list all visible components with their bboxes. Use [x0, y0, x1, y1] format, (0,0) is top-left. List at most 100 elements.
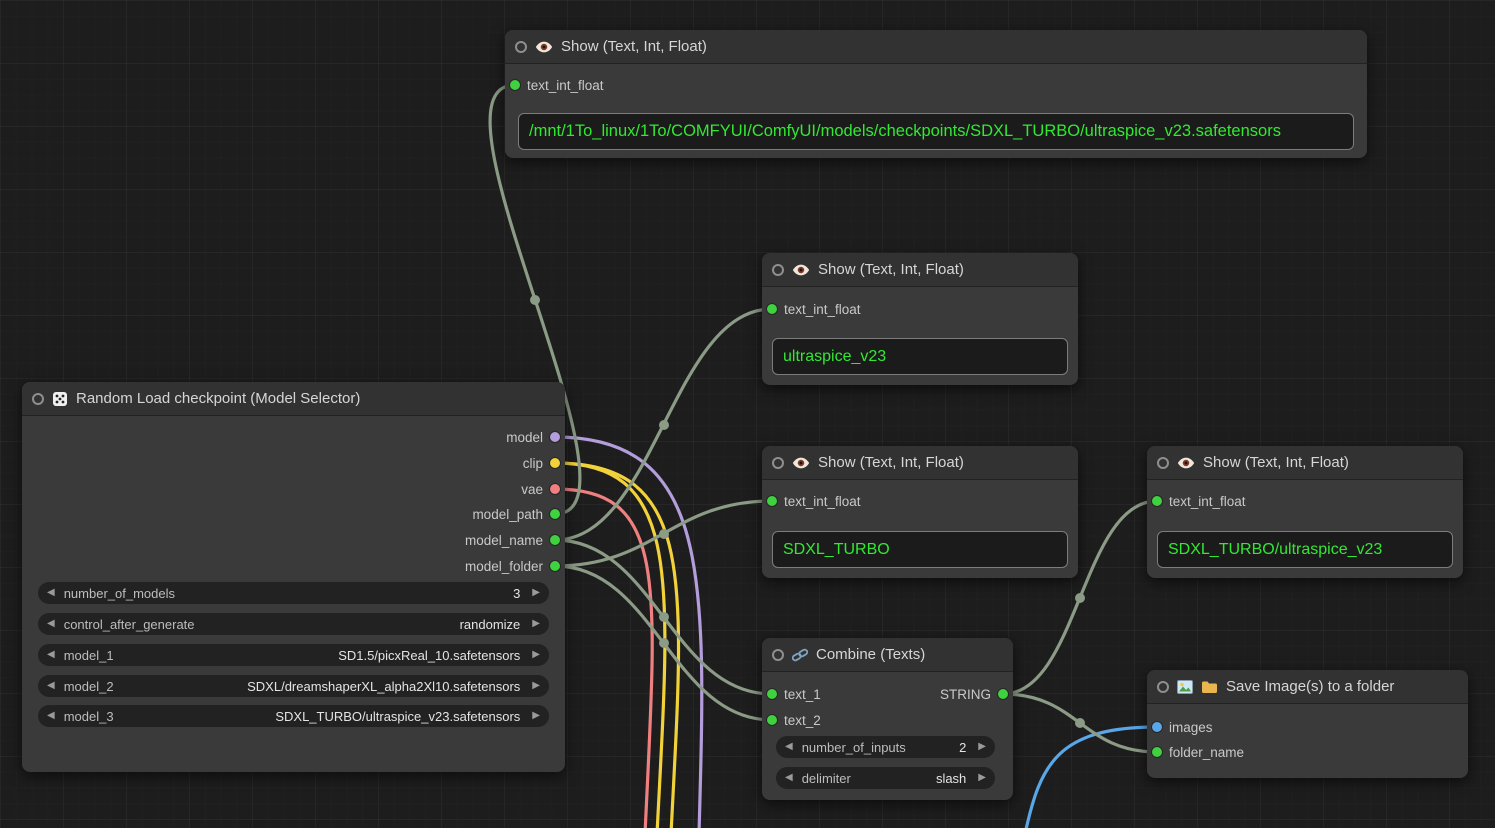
collapse-dot[interactable]	[32, 393, 44, 405]
input-port-text-2[interactable]: text_2	[767, 712, 821, 728]
widget-number-of-models[interactable]: ◀ number_of_models 3 ▶	[38, 582, 549, 604]
wire-midpoint-dot	[1075, 593, 1085, 603]
value-display[interactable]: /mnt/1To_linux/1To/COMFYUI/ComfyUI/model…	[518, 113, 1354, 150]
next-arrow-icon[interactable]: ▶	[532, 681, 540, 691]
prev-arrow-icon[interactable]: ◀	[785, 773, 793, 783]
wire-midpoint-dot	[1075, 718, 1085, 728]
widget-control-after-generate[interactable]: ◀ control_after_generate randomize ▶	[38, 613, 549, 635]
widget-model-3[interactable]: ◀ model_3 SDXL_TURBO/ultraspice_v23.safe…	[38, 705, 549, 727]
port-label: folder_name	[1169, 745, 1244, 760]
chain-link-icon	[792, 647, 808, 663]
port-dot[interactable]	[1152, 747, 1162, 757]
port-dot[interactable]	[1152, 722, 1162, 732]
node-show-combined[interactable]: Show (Text, Int, Float) text_int_float S…	[1147, 446, 1463, 578]
prev-arrow-icon[interactable]: ◀	[47, 619, 55, 629]
output-port-model-path[interactable]: model_path	[472, 506, 560, 522]
node-random-load-checkpoint[interactable]: Random Load checkpoint (Model Selector) …	[22, 382, 565, 772]
next-arrow-icon[interactable]: ▶	[532, 650, 540, 660]
port-dot[interactable]	[550, 484, 560, 494]
node-title: Show (Text, Int, Float)	[1203, 454, 1349, 471]
node-header[interactable]: Save Image(s) to a folder	[1147, 670, 1468, 704]
port-dot[interactable]	[550, 432, 560, 442]
node-title: Combine (Texts)	[816, 646, 925, 663]
port-dot[interactable]	[767, 496, 777, 506]
collapse-dot[interactable]	[772, 649, 784, 661]
node-title: Save Image(s) to a folder	[1226, 678, 1394, 695]
eye-icon	[792, 263, 810, 277]
input-port-text-1[interactable]: text_1	[767, 686, 821, 702]
node-header[interactable]: Show (Text, Int, Float)	[505, 30, 1367, 64]
collapse-dot[interactable]	[772, 457, 784, 469]
port-dot[interactable]	[767, 689, 777, 699]
output-port-string[interactable]: STRING	[940, 686, 1008, 702]
output-port-model-folder[interactable]: model_folder	[465, 558, 560, 574]
output-port-vae[interactable]: vae	[521, 481, 560, 497]
value-display[interactable]: SDXL_TURBO/ultraspice_v23	[1157, 531, 1453, 568]
folder-icon	[1201, 680, 1218, 694]
output-port-clip[interactable]: clip	[523, 455, 560, 471]
widget-delimiter[interactable]: ◀ delimiter slash ▶	[776, 767, 995, 789]
node-title: Show (Text, Int, Float)	[818, 261, 964, 278]
node-header[interactable]: Show (Text, Int, Float)	[1147, 446, 1463, 480]
port-dot[interactable]	[550, 535, 560, 545]
node-save-image-to-folder[interactable]: Save Image(s) to a folder images folder_…	[1147, 670, 1468, 778]
port-dot[interactable]	[550, 561, 560, 571]
increment-arrow-icon[interactable]: ▶	[532, 588, 540, 598]
decrement-arrow-icon[interactable]: ◀	[47, 588, 55, 598]
wire-midpoint-dot	[530, 295, 540, 305]
node-header[interactable]: Show (Text, Int, Float)	[762, 446, 1078, 480]
input-port-folder-name[interactable]: folder_name	[1152, 744, 1244, 760]
increment-arrow-icon[interactable]: ▶	[978, 742, 986, 752]
port-dot[interactable]	[767, 304, 777, 314]
widget-model-2[interactable]: ◀ model_2 SDXL/dreamshaperXL_alpha2Xl10.…	[38, 675, 549, 697]
port-dot[interactable]	[550, 509, 560, 519]
next-arrow-icon[interactable]: ▶	[978, 773, 986, 783]
widget-label: model_3	[64, 709, 114, 724]
node-show-folder[interactable]: Show (Text, Int, Float) text_int_float S…	[762, 446, 1078, 578]
value-display[interactable]: ultraspice_v23	[772, 338, 1068, 375]
input-port-text-int-float[interactable]: text_int_float	[510, 77, 604, 93]
port-label: text_int_float	[784, 494, 861, 509]
node-combine-texts[interactable]: Combine (Texts) text_1 text_2 STRING ◀ n…	[762, 638, 1013, 800]
node-header[interactable]: Combine (Texts)	[762, 638, 1013, 672]
wire-midpoint-dot	[659, 612, 669, 622]
prev-arrow-icon[interactable]: ◀	[47, 711, 55, 721]
next-arrow-icon[interactable]: ▶	[532, 711, 540, 721]
input-port-images[interactable]: images	[1152, 719, 1213, 735]
port-label: model_folder	[465, 559, 543, 574]
input-port-text-int-float[interactable]: text_int_float	[767, 493, 861, 509]
collapse-dot[interactable]	[515, 41, 527, 53]
eye-icon	[535, 40, 553, 54]
output-port-model[interactable]: model	[506, 429, 560, 445]
prev-arrow-icon[interactable]: ◀	[47, 650, 55, 660]
node-header[interactable]: Random Load checkpoint (Model Selector)	[22, 382, 565, 416]
output-port-model-name[interactable]: model_name	[465, 532, 560, 548]
input-port-text-int-float[interactable]: text_int_float	[1152, 493, 1246, 509]
port-dot[interactable]	[1152, 496, 1162, 506]
port-dot[interactable]	[510, 80, 520, 90]
collapse-dot[interactable]	[772, 264, 784, 276]
node-title: Show (Text, Int, Float)	[561, 38, 707, 55]
node-header[interactable]: Show (Text, Int, Float)	[762, 253, 1078, 287]
next-arrow-icon[interactable]: ▶	[532, 619, 540, 629]
node-title: Show (Text, Int, Float)	[818, 454, 964, 471]
value-display[interactable]: SDXL_TURBO	[772, 531, 1068, 568]
port-dot[interactable]	[550, 458, 560, 468]
widget-number-of-inputs[interactable]: ◀ number_of_inputs 2 ▶	[776, 736, 995, 758]
widget-label: number_of_models	[64, 586, 175, 601]
widget-value: SD1.5/picxReal_10.safetensors	[338, 648, 520, 663]
port-label: model_path	[472, 507, 543, 522]
collapse-dot[interactable]	[1157, 681, 1169, 693]
input-port-text-int-float[interactable]: text_int_float	[767, 301, 861, 317]
node-graph-canvas[interactable]: Show (Text, Int, Float) text_int_float /…	[0, 0, 1495, 828]
prev-arrow-icon[interactable]: ◀	[47, 681, 55, 691]
eye-icon	[792, 456, 810, 470]
collapse-dot[interactable]	[1157, 457, 1169, 469]
port-label: model	[506, 430, 543, 445]
node-show-path[interactable]: Show (Text, Int, Float) text_int_float /…	[505, 30, 1367, 158]
decrement-arrow-icon[interactable]: ◀	[785, 742, 793, 752]
widget-model-1[interactable]: ◀ model_1 SD1.5/picxReal_10.safetensors …	[38, 644, 549, 666]
node-show-name[interactable]: Show (Text, Int, Float) text_int_float u…	[762, 253, 1078, 385]
port-dot[interactable]	[767, 715, 777, 725]
port-dot[interactable]	[998, 689, 1008, 699]
